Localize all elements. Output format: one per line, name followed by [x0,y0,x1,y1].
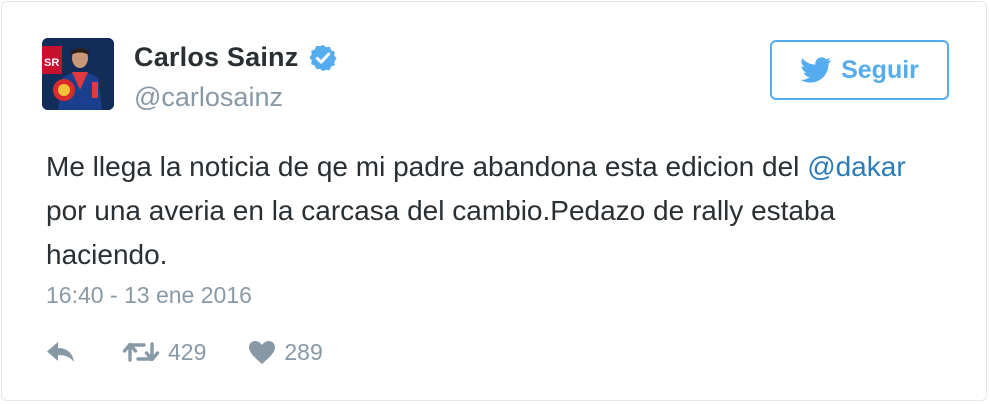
follow-button[interactable]: Seguir [770,40,949,100]
avatar-photo: SR [42,38,114,110]
tweet-text-after: por una averia en la carcasa del cambio.… [46,195,836,270]
avatar[interactable]: SR [42,38,114,110]
reply-button[interactable] [46,340,76,364]
tweet-actions: 429 289 [46,336,323,368]
retweet-icon [122,342,160,362]
user-name[interactable]: Carlos Sainz [134,42,298,73]
svg-text:SR: SR [44,57,59,69]
mention-link[interactable]: @dakar [807,151,905,182]
tweet-card: SR Carlos Sainz @carlosainz Seguir Me ll… [1,1,987,401]
twitter-bird-icon [800,57,832,83]
verified-badge-icon [309,44,338,71]
heart-icon [249,340,276,364]
reply-icon [47,342,74,362]
like-button[interactable]: 289 [248,338,323,366]
retweet-button[interactable]: 429 [122,339,206,366]
name-row: Carlos Sainz [134,42,338,73]
retweet-count: 429 [168,338,207,365]
follow-button-label: Seguir [841,55,919,84]
tweet-text-before: Me llega la noticia de qe mi padre aband… [46,151,808,182]
user-handle[interactable]: @carlosainz [134,82,283,113]
tweet-text: Me llega la noticia de qe mi padre aband… [46,145,926,277]
like-count: 289 [284,338,323,365]
tweet-timestamp[interactable]: 16:40 - 13 ene 2016 [46,282,252,309]
